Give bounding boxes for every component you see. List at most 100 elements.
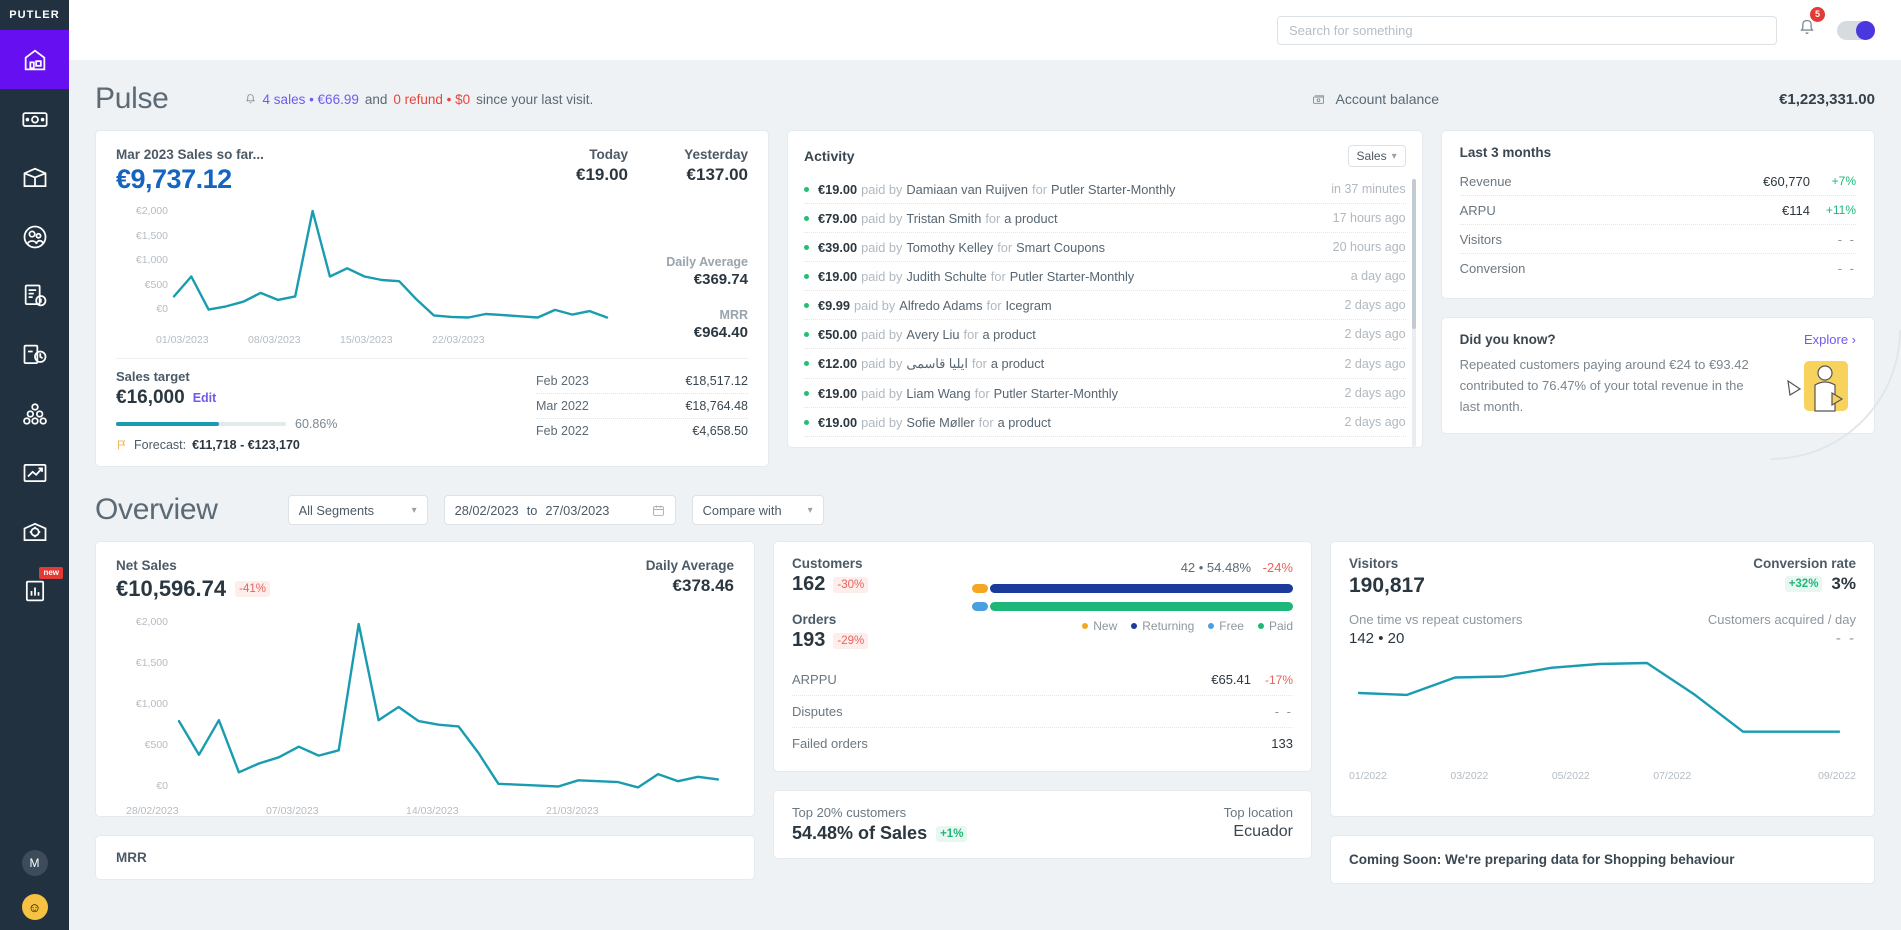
products-icon: [23, 167, 46, 187]
orders-value: 193: [792, 629, 826, 651]
metric-label: ARPU: [1459, 202, 1496, 218]
activity-item[interactable]: €79.00 paid by Tristan Smith for a product 17…: [804, 204, 1406, 233]
xtick: 21/03/2023: [546, 805, 599, 817]
status-dot: [804, 419, 809, 425]
activity-customer: Alfredo Adams: [899, 297, 983, 313]
kv-value: - -: [1274, 704, 1293, 719]
insights-icon: [23, 463, 46, 482]
activity-for: for: [1032, 181, 1047, 197]
activity-amount: €79.00: [818, 210, 858, 226]
status-dot: [804, 273, 809, 279]
status-dot: [804, 244, 809, 250]
activity-for: for: [990, 268, 1006, 284]
customers-kv-row: ARPPU €65.41 -17%: [792, 664, 1293, 695]
customers-kv-row: Failed orders 133: [792, 727, 1293, 759]
topbar: 5: [69, 0, 1901, 60]
activity-filter-select[interactable]: Sales ▾: [1347, 145, 1406, 167]
sidebar-item-products[interactable]: [0, 148, 69, 207]
last-3-months-row: Conversion - -: [1459, 253, 1856, 282]
net-chart-xaxis: 28/02/2023 07/03/2023 14/03/2023 21/03/2…: [116, 805, 734, 817]
sidebar-item-audience[interactable]: [0, 384, 69, 443]
activity-item[interactable]: €19.00 paid by Sofie Møller for a product 2 d…: [804, 408, 1406, 437]
bar-new: [972, 584, 988, 593]
sales-target-block: Sales target €16,000 Edit 60.86% Forecas…: [116, 369, 536, 452]
customers-metrics: Customers 162 -30% Orders 193 -29%: [792, 556, 972, 652]
progress-percent: 60.86%: [295, 417, 338, 431]
activity-amount: €9.99: [818, 297, 851, 313]
activity-time: a day ago: [1350, 269, 1406, 283]
sidebar-item-sales[interactable]: [0, 89, 69, 148]
metric-value: - -: [1837, 260, 1856, 276]
bar-free: [972, 602, 988, 611]
top-20-card: Top 20% customers 54.48% of Sales +1% To…: [773, 790, 1312, 859]
net-chart-yaxis: €2,000 €1,500 €1,000 €500 €0: [116, 616, 168, 821]
acquired-value: - -: [1835, 630, 1856, 647]
sidebar-item-transactions[interactable]: [0, 266, 69, 325]
sidebar-item-insights[interactable]: [0, 443, 69, 502]
sales-target-value: €16,000: [116, 387, 185, 408]
activity-header: Activity Sales ▾: [804, 145, 1406, 167]
free-paid-bar: [972, 602, 1293, 611]
theme-toggle[interactable]: [1837, 20, 1875, 40]
segment-select[interactable]: All Segments ▾: [287, 495, 428, 525]
activity-paid-by: paid by: [861, 181, 903, 197]
customers-summary-value: 42 • 54.48%: [1180, 560, 1252, 575]
help-icon[interactable]: ☺: [21, 894, 48, 920]
overview-right-column: Visitors 190,817 Conversion rate +32% 3%: [1330, 541, 1875, 884]
sidebar-item-settings[interactable]: [0, 502, 69, 561]
activity-paid-by: paid by: [854, 297, 896, 313]
visitors-xaxis: 01/2022 03/2022 05/2022 07/2022 09/2022: [1349, 770, 1856, 782]
did-you-know-title: Did you know?: [1459, 332, 1556, 347]
pulse-sales-chart: €2,000 €1,500 €1,000 €500 €0 01/03/2023 …: [116, 205, 748, 346]
activity-item[interactable]: €39.00 paid by Tomothy Kelley for Smart Coup…: [804, 233, 1406, 262]
acquired-label: Customers acquired / day: [1707, 612, 1856, 627]
legend-label: Paid: [1268, 619, 1293, 633]
sidebar-item-reports[interactable]: new: [0, 561, 69, 620]
date-to: 27/03/2023: [545, 502, 610, 518]
mrr-card: MRR: [95, 835, 755, 880]
pulse-sales-line: [172, 209, 609, 319]
date-range-picker[interactable]: 28/02/2023 to 27/03/2023: [443, 495, 676, 525]
activity-for: for: [997, 239, 1013, 255]
activity-item[interactable]: €50.00 paid by Avery Liu for a product 2 days…: [804, 320, 1406, 349]
pulse-chart-xaxis: 01/03/2023 08/03/2023 15/03/2023 22/03/2…: [116, 334, 613, 346]
notifications-button[interactable]: 5: [1797, 6, 1825, 43]
activity-customer: ایلیا قاسمی: [906, 355, 968, 371]
status-dot: [804, 186, 809, 192]
kv-delta: -17%: [1264, 672, 1293, 687]
sales-history: Feb 2023 €18,517.12 Mar 2022 €18,764.48 …: [536, 369, 748, 452]
last-3-months-row: ARPU €114 +11%: [1459, 195, 1856, 224]
activity-item[interactable]: €9.99 paid by Alfredo Adams for Icegram 2 day…: [804, 291, 1406, 320]
progress-fill: [116, 422, 220, 426]
activity-item[interactable]: €19.00 paid by Damiaan van Ruijven for Putle…: [804, 175, 1406, 204]
ytick: €0: [156, 780, 168, 792]
activity-for: for: [963, 326, 979, 342]
mrr-card-label: MRR: [116, 850, 147, 865]
status-dot: [804, 361, 809, 366]
activity-paid-by: paid by: [861, 326, 903, 342]
sidebar-item-home[interactable]: [0, 30, 69, 89]
sidebar-item-subscriptions[interactable]: [0, 325, 69, 384]
activity-scrollbar[interactable]: [1411, 179, 1416, 447]
activity-item[interactable]: €12.00 paid by ایلیا قاسمی for a product 2 da…: [804, 349, 1406, 379]
sales-icon: [21, 111, 48, 127]
activity-item[interactable]: €19.00 paid by Liam Wang for Putler Starter-…: [804, 379, 1406, 408]
activity-list[interactable]: €19.00 paid by Damiaan van Ruijven for Putle…: [804, 175, 1406, 437]
yesterday-block: Yesterday €137.00: [628, 147, 748, 195]
sidebar-item-customers[interactable]: [0, 207, 69, 266]
bell-small-icon: [245, 93, 255, 103]
activity-paid-by: paid by: [861, 239, 903, 255]
search-input[interactable]: [1277, 15, 1777, 45]
edit-target-link[interactable]: Edit: [193, 391, 217, 405]
net-sales-line: [177, 622, 720, 789]
explore-link[interactable]: Explore ›: [1804, 332, 1856, 347]
acquired-block: Customers acquired / day - -: [1708, 612, 1856, 647]
compare-select[interactable]: Compare with ▾: [691, 495, 824, 525]
audience-icon: [22, 402, 47, 425]
avatar[interactable]: M: [21, 850, 48, 876]
activity-item[interactable]: €19.00 paid by Judith Schulte for Putler Sta…: [804, 262, 1406, 291]
metric-label: Visitors: [1459, 231, 1502, 247]
history-value: €18,517.12: [685, 374, 748, 388]
visitors-label: Visitors: [1349, 556, 1399, 571]
today-value: €19.00: [576, 165, 628, 184]
